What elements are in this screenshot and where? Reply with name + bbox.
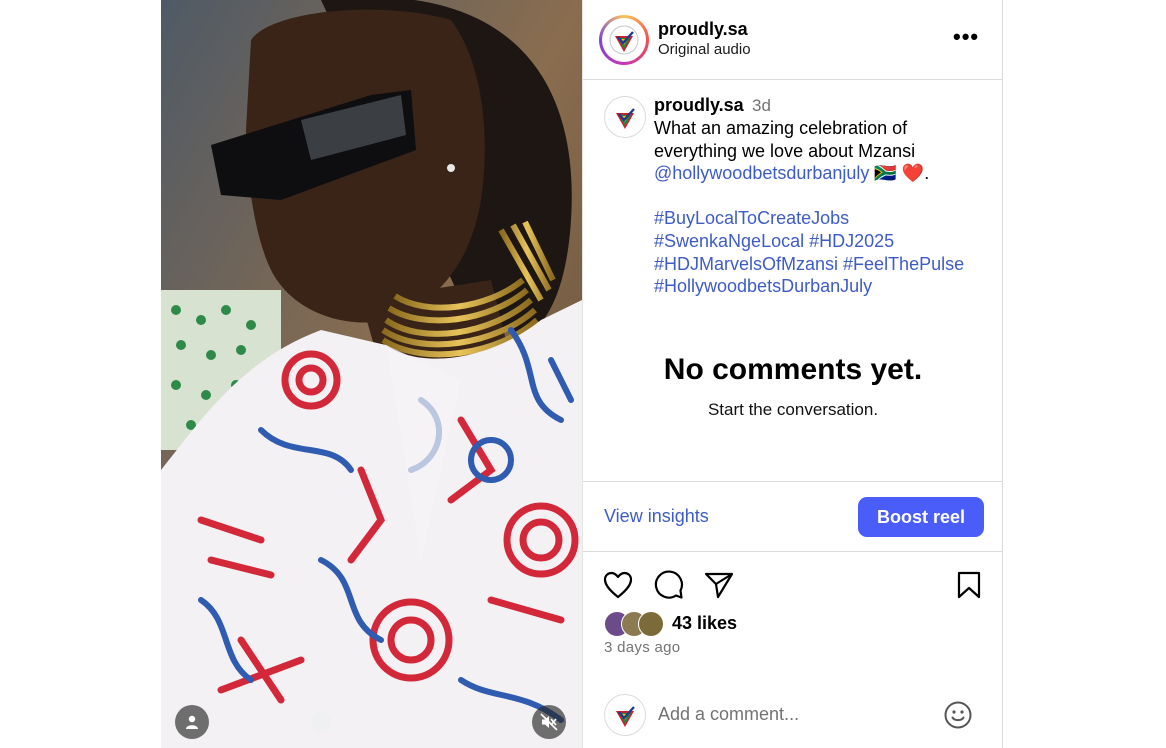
likes-count[interactable]: 43 likes xyxy=(672,613,737,634)
proudly-sa-logo-icon xyxy=(616,108,635,129)
hashtag-link[interactable]: #HollywoodbetsDurbanJuly xyxy=(654,275,994,298)
header-username[interactable]: proudly.sa xyxy=(658,19,748,40)
hashtag-link[interactable]: #BuyLocalToCreateJobs xyxy=(654,207,994,230)
emoji-icon[interactable] xyxy=(943,700,973,730)
person-icon xyxy=(186,715,198,729)
view-insights-link[interactable]: View insights xyxy=(604,506,709,527)
liker-avatar xyxy=(638,611,664,637)
comment-composer xyxy=(583,688,1003,748)
caption-line: everything we love about Mzansi xyxy=(654,140,916,161)
tagged-people-button[interactable] xyxy=(175,705,209,739)
story-avatar[interactable] xyxy=(599,15,649,65)
comment-input[interactable] xyxy=(658,704,918,725)
post-age[interactable]: 3 days ago xyxy=(604,639,680,656)
hashtag-link[interactable]: #HDJMarvelsOfMzansi #FeelThePulse xyxy=(654,253,994,276)
heart-icon[interactable] xyxy=(603,571,633,599)
caption-username[interactable]: proudly.sa xyxy=(654,95,744,116)
reel-video[interactable] xyxy=(161,0,582,748)
insights-bar: View insights Boost reel xyxy=(583,481,1003,552)
caption-timestamp[interactable]: 3d xyxy=(752,96,771,116)
caption-avatar[interactable] xyxy=(604,96,646,138)
caption-text: What an amazing celebration of everythin… xyxy=(654,117,994,298)
muted-speaker-icon xyxy=(540,713,558,731)
more-options-icon[interactable]: ••• xyxy=(953,24,979,50)
proudly-sa-logo-icon xyxy=(616,706,635,727)
caption-mention-tail: 🇿🇦 ❤️. xyxy=(869,163,930,184)
no-comments-title: No comments yet. xyxy=(663,353,923,386)
post-details-panel: proudly.sa Original audio ••• proudly.sa… xyxy=(582,0,1003,748)
composer-avatar xyxy=(604,694,646,736)
comment-icon[interactable] xyxy=(654,570,684,600)
liker-avatars[interactable] xyxy=(604,611,674,637)
proudly-sa-logo-icon xyxy=(609,25,639,55)
hashtag-link[interactable]: #SwenkaNgeLocal #HDJ2025 xyxy=(654,230,994,253)
audio-label[interactable]: Original audio xyxy=(658,41,751,58)
bookmark-icon[interactable] xyxy=(956,571,982,599)
mute-button[interactable] xyxy=(532,705,566,739)
reel-video-frame xyxy=(161,0,582,748)
share-icon[interactable] xyxy=(704,571,734,599)
caption-mention-line: @hollywoodbetsdurbanjuly 🇿🇦 ❤️. xyxy=(654,162,994,185)
mention-link[interactable]: @hollywoodbetsdurbanjuly xyxy=(654,163,869,183)
no-comments-subtitle: Start the conversation. xyxy=(707,400,879,419)
caption-line: What an amazing celebration of xyxy=(654,118,908,138)
post-header: proudly.sa Original audio ••• xyxy=(583,0,1003,80)
boost-reel-button[interactable]: Boost reel xyxy=(858,497,984,537)
